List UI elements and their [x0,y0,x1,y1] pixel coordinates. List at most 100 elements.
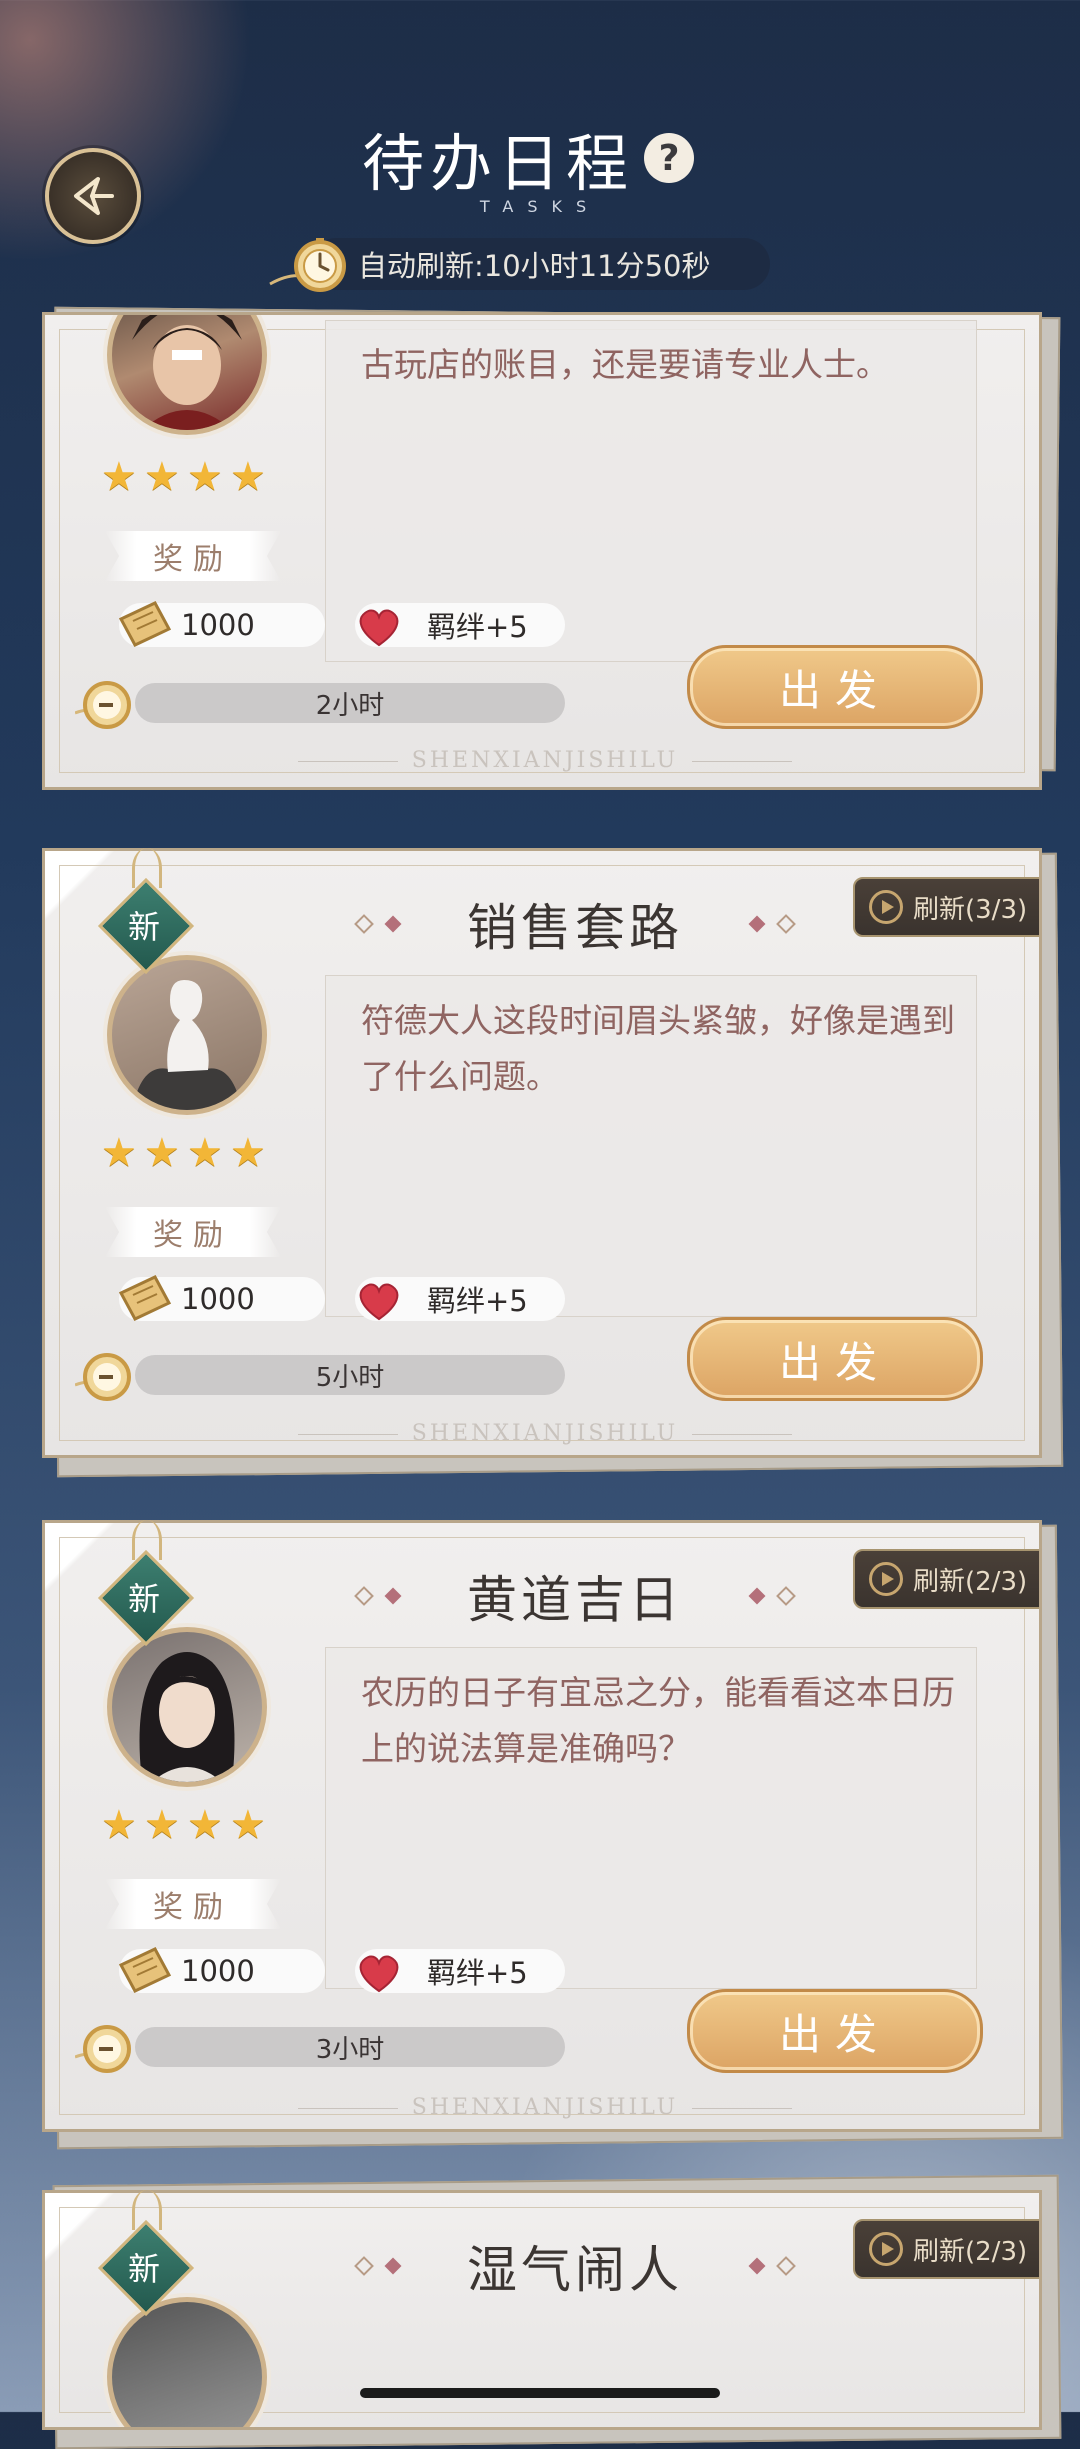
task-card: 黄道吉日 刷新(2/3) 农历的日子有宜忌之分，能看看这本日历上的说法算是准确吗… [42,1520,1042,2132]
home-indicator[interactable] [360,2388,720,2398]
bond-reward: 羁绊+5 [355,1277,565,1321]
star-icon: ★ [101,454,137,500]
brand-watermark: SHENXIANJISHILU [45,748,1039,773]
diamond-ornament [384,1587,402,1605]
new-tag: 新 [97,848,195,978]
star-icon: ★ [187,1130,223,1176]
star-icon: ★ [230,1130,266,1176]
diamond-ornament [354,2256,374,2276]
back-button[interactable] [45,148,141,244]
refresh-button[interactable]: 刷新(3/3) [853,877,1039,937]
star-icon: ★ [187,454,223,500]
diamond-ornament [384,915,402,933]
new-tag: 新 [97,2190,195,2320]
star-rating: ★ ★ ★ ★ [101,1130,273,1176]
diamond-ornament [748,915,766,933]
star-icon: ★ [101,1130,137,1176]
new-tag-label: 新 [127,908,160,946]
timer-icon [75,1353,131,1401]
coin-reward: 1000 [118,1947,325,1993]
bond-value: 羁绊+5 [427,610,528,644]
auto-refresh-text: 自动刷新:10小时11分50秒 [358,249,711,283]
coin-reward: 1000 [118,601,325,647]
task-card: 古玩店的账目，还是要请专业人士。 ★ ★ ★ ★ 奖励 1000 羁绊+5 2小时 出… [42,312,1042,790]
star-icon: ★ [144,1802,180,1848]
diamond-ornament [776,914,796,934]
bond-value: 羁绊+5 [427,1284,528,1318]
diamond-ornament [384,2257,402,2275]
card-title-row: 湿气闹人 [315,2221,835,2311]
coin-value: 1000 [181,1282,255,1316]
task-card: 销售套路 刷新(3/3) 符德大人这段时间眉头紧皱，好像是遇到了什么问题。 ★ ★… [42,848,1042,1458]
star-icon: ★ [144,454,180,500]
star-icon: ★ [230,454,266,500]
diamond-ornament [748,2257,766,2275]
brand-watermark: SHENXIANJISHILU [45,1421,1039,1446]
card-title-row: 黄道吉日 [315,1551,835,1641]
duration-bar: 3小时 [135,2027,565,2067]
task-title: 湿气闹人 [467,2241,683,2299]
ticket-icon [118,601,172,647]
brand-watermark: SHENXIANJISHILU [45,2095,1039,2120]
new-tag: 新 [97,1520,195,1650]
task-description: 符德大人这段时间眉头紧皱，好像是遇到了什么问题。 [361,1001,955,1096]
ticket-icon [118,1275,172,1321]
new-tag-label: 新 [127,1580,160,1618]
diamond-ornament [354,914,374,934]
play-icon [869,890,903,924]
bond-reward: 羁绊+5 [355,603,565,647]
heart-icon [359,1955,399,1993]
diamond-ornament [776,2256,796,2276]
play-icon [869,1562,903,1596]
timer-icon [75,681,131,729]
star-icon: ★ [230,1802,266,1848]
refresh-count: 刷新(2/3) [913,1566,1028,1597]
page-subtitle: TASKS [479,197,601,216]
timer-icon [75,2025,131,2073]
page-title: 待办日程 [362,127,635,200]
character-portrait-icon [132,315,242,430]
diamond-ornament [354,1586,374,1606]
character-avatar [107,955,267,1115]
refresh-count: 刷新(2/3) [913,2236,1028,2267]
star-icon: ★ [187,1802,223,1848]
page-header: 待办日程 ? TASKS 自动刷新:10小时11分50秒 [0,0,1080,300]
go-button[interactable]: 出发 [687,645,983,729]
go-button[interactable]: 出发 [687,1989,983,2073]
card-title-row: 销售套路 [315,879,835,969]
reward-label: 奖励 [105,531,281,581]
character-avatar [107,1627,267,1787]
star-rating: ★ ★ ★ ★ [101,454,273,500]
task-description: 古玩店的账目，还是要请专业人士。 [361,345,889,384]
silhouette-icon [132,980,242,1110]
bond-value: 羁绊+5 [427,1956,528,1990]
new-tag-label: 新 [127,2250,160,2288]
coin-reward: 1000 [118,1275,325,1321]
star-icon: ★ [101,1802,137,1848]
go-button[interactable]: 出发 [687,1317,983,1401]
reward-label: 奖励 [105,1879,281,1929]
refresh-button[interactable]: 刷新(2/3) [853,2219,1039,2279]
diamond-ornament [748,1587,766,1605]
coin-value: 1000 [181,1954,255,1988]
duration-bar: 5小时 [135,1355,565,1395]
heart-icon [359,1283,399,1321]
heart-icon [359,609,399,647]
star-rating: ★ ★ ★ ★ [101,1802,273,1848]
coin-value: 1000 [181,608,255,642]
task-title: 销售套路 [467,899,683,957]
help-icon[interactable]: ? [644,133,695,183]
bond-reward: 羁绊+5 [355,1949,565,1993]
play-icon [869,2232,903,2266]
stopwatch-icon [269,238,346,292]
reward-label: 奖励 [105,1207,281,1257]
star-icon: ★ [144,1130,180,1176]
ticket-icon [118,1947,172,1993]
auto-refresh-bar: 自动刷新:10小时11分50秒 [269,238,770,292]
diamond-ornament [776,1586,796,1606]
character-portrait-icon [139,1652,235,1782]
duration-bar: 2小时 [135,683,565,723]
refresh-button[interactable]: 刷新(2/3) [853,1549,1039,1609]
title-group: 待办日程 ? [362,118,695,200]
refresh-count: 刷新(3/3) [913,894,1028,925]
